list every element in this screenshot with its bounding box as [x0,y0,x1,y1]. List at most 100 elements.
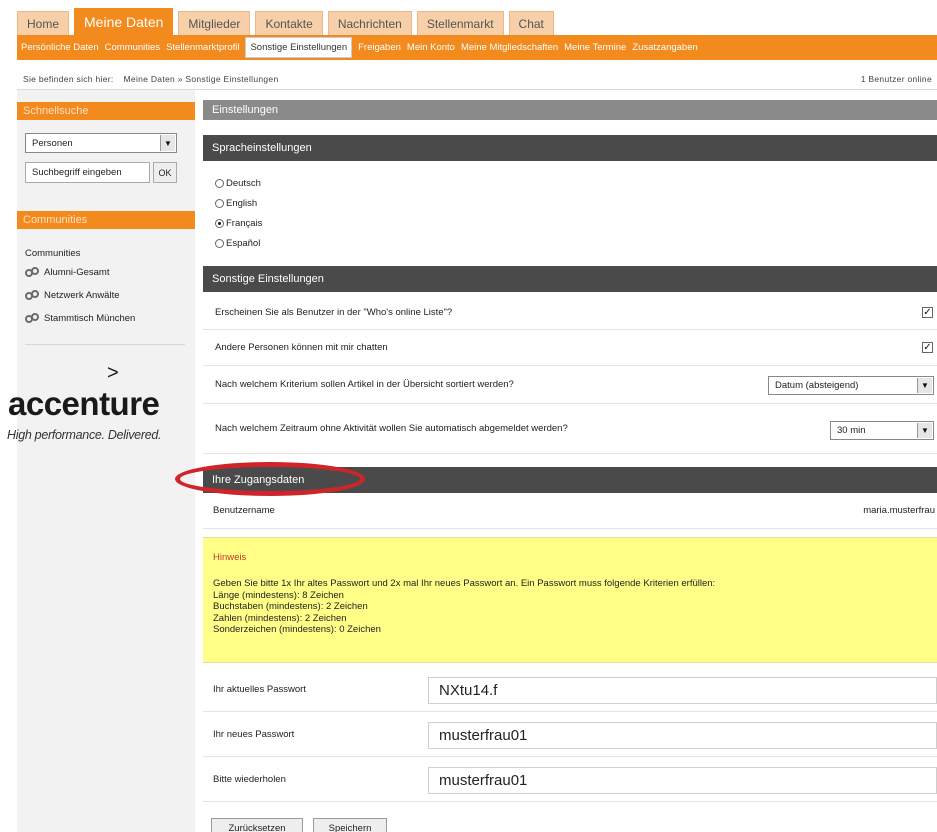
radio-icon [215,179,224,188]
hint-line: Geben Sie bitte 1x Ihr altes Passwort un… [213,578,716,589]
tab-nachrichten[interactable]: Nachrichten [327,11,412,35]
accenture-logo: accenture [8,385,160,422]
tab-stellenmarkt[interactable]: Stellenmarkt [416,11,504,35]
breadcrumb-prefix: Sie befinden sich hier: [23,73,114,84]
username-row: Benutzername maria.musterfrau [203,493,937,529]
reset-button[interactable]: Zurücksetzen [211,818,303,832]
divider [25,344,185,345]
save-button[interactable]: Speichern [313,818,387,832]
hint-line: Sonderzeichen (mindestens): 0 Zeichen [213,624,381,635]
hint-line: Buchstaben (mindestens): 2 Zeichen [213,601,368,612]
username-label: Benutzername [213,505,275,516]
timeout-value: 30 min [837,425,866,436]
radio-francais[interactable]: Français [215,218,262,229]
group-icon [25,290,40,301]
online-list-checkbox[interactable]: ✓ [922,306,933,318]
subnav-sonstige-einstellungen[interactable]: Sonstige Einstellungen [245,37,353,58]
language-heading: Spracheinstellungen [203,135,937,161]
sub-navigation: Persönliche Daten Communities Stellenmar… [17,35,937,60]
chevron-down-icon[interactable]: ▼ [917,423,932,438]
repeat-password-row: Bitte wiederholen musterfrau01 [203,758,937,802]
community-item[interactable]: Alumni-Gesamt [25,267,109,278]
setting-row-sort: Nach welchem Kriterium sollen Artikel in… [203,366,937,404]
repeat-password-label: Bitte wiederholen [213,774,286,785]
other-settings-heading: Sonstige Einstellungen [203,266,937,292]
sort-value: Datum (absteigend) [775,380,859,391]
setting-label: Andere Personen können mit mir chatten [215,342,388,353]
setting-row-timeout: Nach welchem Zeitraum ohne Aktivität wol… [203,404,937,454]
hint-line: Länge (mindestens): 8 Zeichen [213,589,344,601]
tab-home[interactable]: Home [17,11,70,35]
group-icon [25,313,40,324]
hint-body: Geben Sie bitte 1x Ihr altes Passwort un… [213,578,715,636]
settings-panel: Einstellungen Spracheinstellungen Deutsc… [203,90,937,832]
settings-heading: Einstellungen [203,100,937,120]
group-icon [25,267,40,278]
setting-row-online-list: Erscheinen Sie als Benutzer in der "Who'… [203,295,937,330]
search-type-select[interactable]: Personen ▼ [25,133,177,153]
setting-label: Erscheinen Sie als Benutzer in der "Who'… [215,306,453,318]
radio-deutsch[interactable]: Deutsch [215,178,261,189]
radio-english[interactable]: English [215,198,257,209]
subnav-freigaben[interactable]: Freigaben [358,42,401,53]
setting-label: Nach welchem Zeitraum ohne Aktivität wol… [215,423,568,434]
subnav-communities[interactable]: Communities [105,42,160,53]
setting-label: Nach welchem Kriterium sollen Artikel in… [215,379,514,390]
community-label: Alumni-Gesamt [44,267,110,278]
chevron-down-icon[interactable]: ▼ [917,378,932,393]
radio-icon [215,199,224,208]
radio-label: Français [226,218,263,229]
accenture-tagline: High performance. Delivered. [7,428,162,442]
subnav-zusatzangaben[interactable]: Zusatzangaben [632,42,698,53]
subnav-meine-termine[interactable]: Meine Termine [564,42,626,53]
repeat-password-field[interactable]: musterfrau01 [428,767,937,794]
radio-label: English [226,198,258,209]
radio-espanol[interactable]: Español [215,238,260,249]
radio-label: Español [226,238,261,249]
password-hint-box: Hinweis Geben Sie bitte 1x Ihr altes Pas… [203,537,937,663]
new-password-row: Ihr neues Passwort musterfrau01 [203,713,937,757]
search-ok-button[interactable]: OK [153,162,177,183]
setting-row-chat: Andere Personen können mit mir chatten ✓ [203,330,937,366]
breadcrumb-path[interactable]: Meine Daten » Sonstige Einstellungen [124,74,279,84]
subnav-mein-konto[interactable]: Mein Konto [407,42,455,53]
radio-icon [215,239,224,248]
timeout-select[interactable]: 30 min ▼ [830,421,934,440]
radio-selected-icon [215,219,224,228]
accenture-caret-icon: > [107,362,119,384]
chat-checkbox[interactable]: ✓ [922,342,933,353]
highlight-ellipse [175,462,365,496]
current-password-row: Ihr aktuelles Passwort NXtu14.f [203,668,937,712]
chevron-down-icon[interactable]: ▼ [160,135,175,151]
sidebar: Schnellsuche Personen ▼ Suchbegriff eing… [17,90,195,832]
hint-line: Zahlen (mindestens): 2 Zeichen [213,612,347,624]
new-password-field[interactable]: musterfrau01 [428,722,937,749]
community-label: Stammtisch München [44,313,136,324]
community-label: Netzwerk Anwälte [44,290,120,301]
tab-kontakte[interactable]: Kontakte [255,11,323,35]
current-password-field[interactable]: NXtu14.f [428,677,937,704]
subnav-persoenliche-daten[interactable]: Persönliche Daten [21,42,99,53]
hint-title: Hinweis [213,552,247,563]
main-tabs: Home Meine Daten Mitglieder Kontakte Nac… [17,8,937,35]
new-password-label: Ihr neues Passwort [213,729,295,740]
communities-label: Communities [25,248,81,259]
subnav-meine-mitgliedschaften[interactable]: Meine Mitgliedschaften [461,42,558,53]
community-item[interactable]: Stammtisch München [25,313,135,324]
search-placeholder: Suchbegriff eingeben [32,167,122,178]
community-item[interactable]: Netzwerk Anwälte [25,290,120,301]
search-type-value: Personen [32,137,73,149]
tab-meine-daten[interactable]: Meine Daten [74,8,174,35]
online-count: 1 Benutzer online [860,73,932,84]
communities-heading: Communities [17,211,195,229]
radio-label: Deutsch [226,178,261,189]
current-password-label: Ihr aktuelles Passwort [213,684,306,695]
tab-mitglieder[interactable]: Mitglieder [178,11,251,35]
breadcrumb: Sie befinden sich hier: Meine Daten » So… [17,68,937,90]
tab-chat[interactable]: Chat [508,11,554,35]
username-value: maria.musterfrau [863,505,935,516]
search-input[interactable]: Suchbegriff eingeben [25,162,150,183]
sort-select[interactable]: Datum (absteigend) ▼ [768,376,934,395]
quicksearch-heading: Schnellsuche [17,102,195,120]
subnav-stellenmarktprofil[interactable]: Stellenmarktprofil [166,42,239,53]
